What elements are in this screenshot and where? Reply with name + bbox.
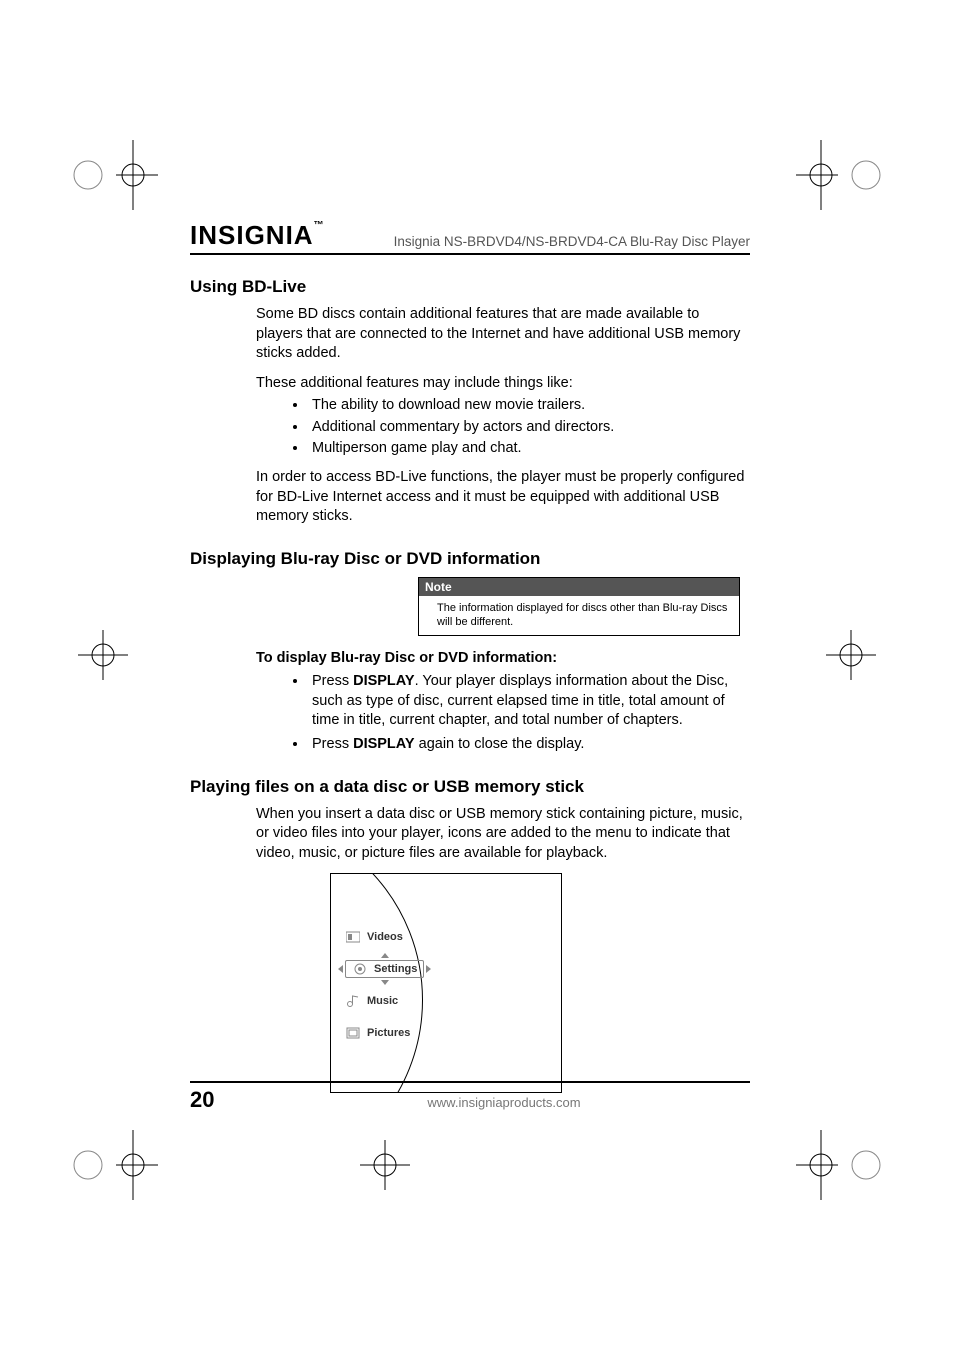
brand-text: INSIGNIA <box>190 220 314 250</box>
bd-live-para2: These additional features may include th… <box>256 374 750 394</box>
video-icon <box>345 930 361 944</box>
display-steps: Press DISPLAY. Your player displays info… <box>190 672 750 754</box>
crop-mark-ml <box>78 630 128 680</box>
bd-live-para1: Some BD discs contain additional feature… <box>256 305 750 364</box>
chevron-right-icon <box>426 965 431 973</box>
crop-mark-bm <box>360 1140 410 1190</box>
menu-label: Videos <box>367 931 403 943</box>
page-header: INSIGNIA™ Insignia NS-BRDVD4/NS-BRDVD4-C… <box>190 220 750 255</box>
menu-videos: Videos <box>345 928 424 946</box>
list-item: The ability to download new movie traile… <box>308 395 750 415</box>
crop-mark-mr <box>826 630 876 680</box>
trademark: ™ <box>314 220 325 231</box>
gear-icon <box>352 962 368 976</box>
list-item: Press DISPLAY. Your player displays info… <box>308 672 750 731</box>
menu-settings: Settings <box>345 960 424 978</box>
heading-display-info: Displaying Blu-ray Disc or DVD informati… <box>190 549 750 569</box>
menu-label: Settings <box>374 963 417 975</box>
step-text: again to close the display. <box>415 736 585 752</box>
note-label: Note <box>419 578 739 596</box>
page-footer: 20 www.insigniaproducts.com <box>190 1081 750 1113</box>
note-box: Note The information displayed for discs… <box>418 577 740 637</box>
menu-pictures: Pictures <box>345 1024 424 1042</box>
page-number: 20 <box>190 1087 258 1113</box>
list-item: Press DISPLAY again to close the display… <box>308 735 750 755</box>
list-item: Multiperson game play and chat. <box>308 438 750 458</box>
display-key: DISPLAY <box>353 673 415 689</box>
list-item: Additional commentary by actors and dire… <box>308 417 750 437</box>
crop-mark-bl <box>68 1120 158 1210</box>
chevron-up-icon <box>381 953 389 958</box>
step-text: Press <box>312 736 353 752</box>
header-product-title: Insignia NS-BRDVD4/NS-BRDVD4-CA Blu-Ray … <box>325 234 750 251</box>
bd-live-para3: In order to access BD-Live functions, th… <box>256 468 750 527</box>
bd-live-bullets: The ability to download new movie traile… <box>190 395 750 458</box>
note-text: The information displayed for discs othe… <box>419 596 739 636</box>
sub-heading-display: To display Blu-ray Disc or DVD informati… <box>256 650 750 666</box>
menu-label: Music <box>367 995 398 1007</box>
menu-label: Pictures <box>367 1027 410 1039</box>
brand-logo: INSIGNIA™ <box>190 220 325 251</box>
page-content: INSIGNIA™ Insignia NS-BRDVD4/NS-BRDVD4-C… <box>190 220 750 1093</box>
heading-playing-files: Playing files on a data disc or USB memo… <box>190 777 750 797</box>
pictures-icon <box>345 1026 361 1040</box>
display-key: DISPLAY <box>353 736 415 752</box>
heading-bd-live: Using BD-Live <box>190 277 750 297</box>
step-text: Press <box>312 673 353 689</box>
menu-music: Music <box>345 992 424 1010</box>
chevron-down-icon <box>381 980 389 985</box>
footer-url: www.insigniaproducts.com <box>258 1095 750 1110</box>
playing-files-para: When you insert a data disc or USB memor… <box>256 805 750 864</box>
menu-screenshot: Videos Settings Music Pictures <box>330 873 562 1093</box>
music-icon <box>345 994 361 1008</box>
crop-mark-tl <box>68 130 158 220</box>
crop-mark-tr <box>796 130 886 220</box>
crop-mark-br <box>796 1120 886 1210</box>
chevron-left-icon <box>338 965 343 973</box>
menu-items: Videos Settings Music Pictures <box>345 928 424 1056</box>
menu-selected: Settings <box>345 960 424 978</box>
